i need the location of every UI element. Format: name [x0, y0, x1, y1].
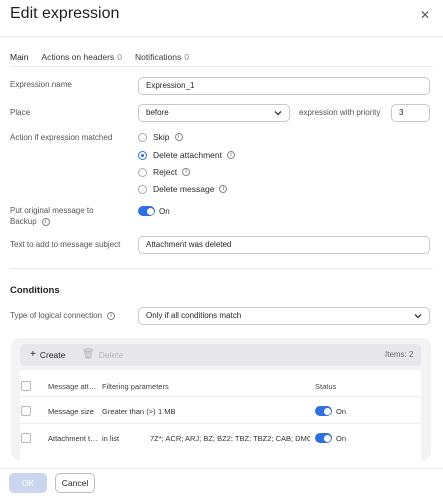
conditions-toolbar: [20, 344, 421, 366]
action-label: Action if expression matched: [10, 133, 113, 142]
tab-bar: Main Actions on headers 0 Notifications 0: [10, 52, 202, 67]
radio-button[interactable]: [138, 132, 147, 142]
backup-label-line2-wrap: Backup i: [10, 217, 50, 226]
tabs-divider: [10, 66, 433, 67]
plus-icon: +: [30, 349, 36, 360]
info-icon[interactable]: i: [174, 133, 183, 141]
priority-label: expression with priority: [299, 108, 381, 117]
items-count: Items: 2: [385, 350, 414, 359]
row2-status-label: On: [336, 434, 347, 443]
chevron-down-icon: [413, 311, 423, 321]
column-header-attribute: Message att…: [48, 382, 97, 391]
tab-notifications-label: Notifications: [134, 52, 182, 62]
expression-name-input[interactable]: Expression_1: [138, 77, 430, 95]
conditions-title: Conditions: [10, 285, 60, 296]
priority-input[interactable]: 3: [391, 104, 430, 122]
radio-button-checked[interactable]: [138, 150, 147, 160]
section-divider: [10, 268, 433, 269]
radio-delete-attachment[interactable]: Delete attachment i: [138, 150, 235, 160]
row1-status-label: On: [336, 407, 347, 416]
radio-delete-attachment-label: Delete attachment: [153, 150, 222, 160]
radio-button[interactable]: [138, 167, 147, 177]
column-header-filter: Filtering parameters: [102, 382, 169, 391]
trash-icon: 🗑: [82, 349, 95, 360]
logic-select-value: Only if all conditions match: [146, 311, 242, 320]
row-divider: [20, 423, 421, 424]
tab-actions-label: Actions on headers: [41, 52, 115, 62]
delete-button-label: Delete: [98, 349, 124, 360]
info-icon[interactable]: i: [107, 311, 116, 320]
subject-input[interactable]: Attachment was deleted: [138, 236, 430, 254]
radio-reject-label: Reject: [153, 167, 178, 177]
header-divider: [0, 36, 443, 37]
row-checkbox[interactable]: [21, 433, 31, 443]
chevron-down-icon: [273, 108, 283, 118]
expression-name-label: Expression name: [10, 80, 72, 89]
logic-select[interactable]: Only if all conditions match: [138, 307, 430, 325]
tab-actions-on-headers[interactable]: Actions on headers 0: [41, 52, 122, 67]
dialog-title: Edit expression: [10, 5, 120, 22]
radio-reject[interactable]: Reject i: [138, 167, 191, 177]
select-all-checkbox[interactable]: [21, 381, 31, 391]
logic-label: Type of logical connection: [10, 311, 103, 320]
info-icon[interactable]: i: [226, 151, 235, 159]
create-button-label: Create: [39, 349, 66, 360]
backup-label-line2: Backup: [10, 217, 37, 226]
row2-value: 7Z*; ACR; ARJ; BZ; BZ2; TBZ; TBZ2; CAB; …: [150, 434, 310, 443]
footer-divider: [0, 468, 443, 469]
tab-main-label: Main: [10, 52, 29, 62]
row2-status-toggle[interactable]: [315, 433, 332, 443]
place-select-value: before: [146, 108, 169, 117]
tab-main[interactable]: Main: [10, 52, 29, 67]
row2-operator: in list: [102, 434, 120, 443]
create-button[interactable]: + Create: [30, 349, 65, 360]
subject-label: Text to add to message subject: [10, 240, 121, 249]
row-checkbox[interactable]: [21, 406, 31, 416]
radio-delete-message[interactable]: Delete message i: [138, 184, 228, 194]
ok-button[interactable]: OK: [9, 473, 47, 493]
row1-value: 1 MB: [158, 407, 176, 416]
radio-skip-label: Skip: [153, 132, 170, 142]
row1-operator: Greater than (>): [102, 407, 156, 416]
info-icon[interactable]: i: [219, 185, 228, 193]
radio-delete-message-label: Delete message: [153, 184, 215, 194]
row1-status-toggle[interactable]: [315, 406, 332, 416]
delete-button[interactable]: 🗑 Delete: [82, 349, 123, 360]
place-label: Place: [10, 108, 31, 117]
close-icon[interactable]: ✕: [418, 8, 432, 22]
tab-actions-count: 0: [117, 52, 122, 62]
logic-label-wrap: Type of logical connection i: [10, 311, 116, 320]
backup-label-line1: Put original message to: [10, 206, 94, 215]
column-header-status: Status: [315, 382, 337, 391]
tab-notifications[interactable]: Notifications 0: [135, 52, 189, 67]
row2-attribute: Attachment t…: [48, 434, 98, 443]
info-icon[interactable]: i: [182, 168, 191, 176]
radio-skip[interactable]: Skip i: [138, 132, 183, 142]
radio-button[interactable]: [138, 184, 147, 194]
tab-notifications-count: 0: [184, 52, 189, 62]
row-divider: [20, 396, 421, 397]
row1-attribute: Message size: [48, 407, 94, 416]
backup-toggle-label: On: [159, 207, 170, 216]
cancel-button[interactable]: Cancel: [55, 473, 95, 493]
backup-toggle[interactable]: [138, 206, 155, 216]
info-icon[interactable]: i: [41, 217, 50, 226]
place-select[interactable]: before: [138, 104, 290, 122]
